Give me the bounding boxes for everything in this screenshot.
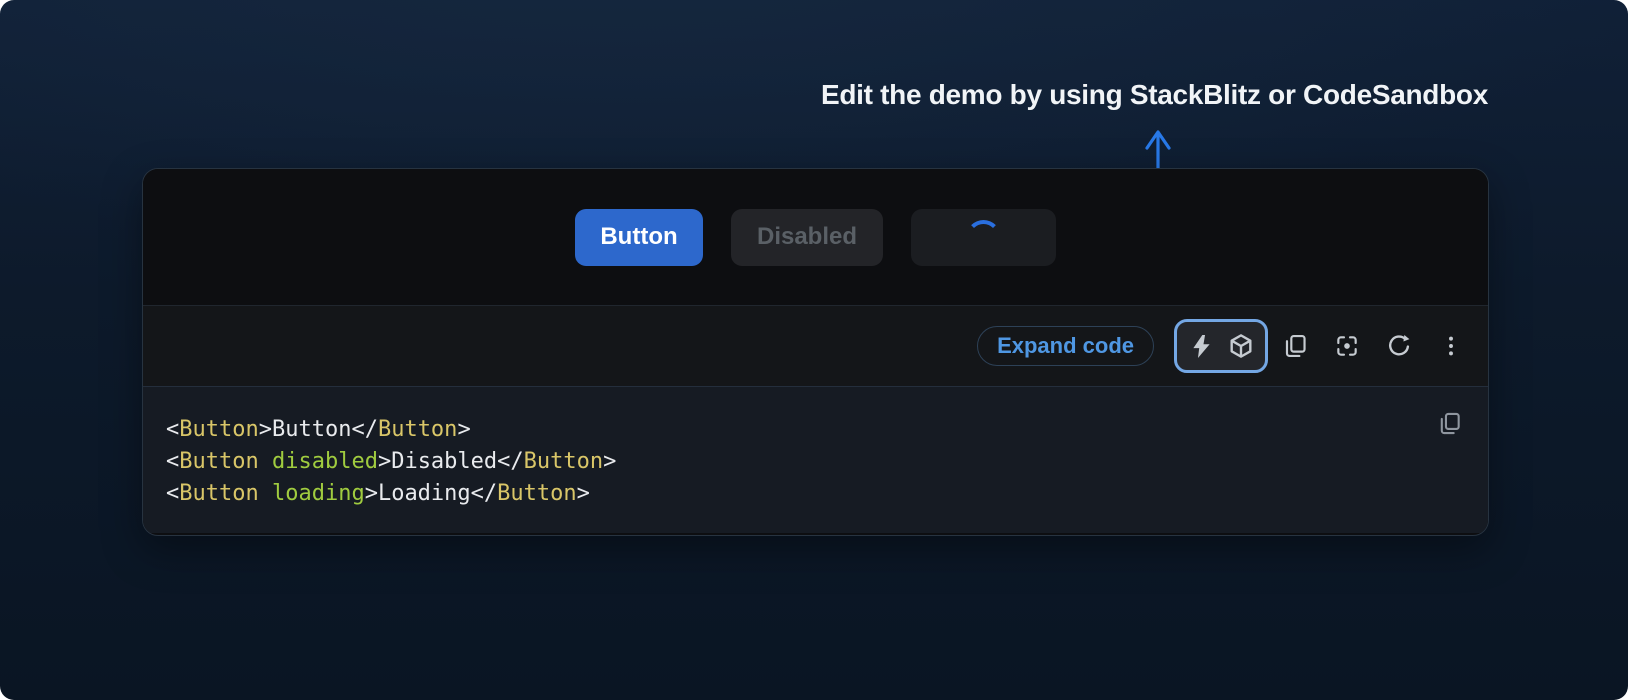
kebab-menu-icon (1438, 333, 1464, 359)
copy-icon (1437, 411, 1462, 436)
refresh-demo-button[interactable] (1386, 324, 1412, 368)
demo-button-disabled[interactable]: Disabled (731, 209, 883, 266)
code-token: Button (497, 481, 576, 506)
code-token: < (166, 417, 179, 442)
code-token: loading (272, 481, 365, 506)
copy-code-button[interactable] (1437, 411, 1462, 439)
more-actions-button[interactable] (1438, 324, 1464, 368)
code-line: <Button loading>Loading</Button> (166, 478, 1488, 510)
code-token (259, 449, 272, 474)
expand-code-button[interactable]: Expand code (977, 326, 1154, 366)
code-token: < (166, 481, 179, 506)
standalone-demo-button[interactable] (1334, 324, 1360, 368)
code-line: <Button>Button</Button> (166, 414, 1488, 446)
demo-button-loading[interactable] (911, 209, 1056, 266)
code-token: < (166, 449, 179, 474)
demo-toolbar: Expand code (143, 305, 1488, 387)
demo-stage: Button Disabled (143, 169, 1488, 305)
code-token: Button (179, 449, 258, 474)
center-focus-icon (1334, 333, 1360, 359)
code-token: >Loading</ (365, 481, 497, 506)
code-token: >Disabled</ (378, 449, 524, 474)
codesandbox-button[interactable] (1221, 324, 1261, 368)
code-token: > (577, 481, 590, 506)
code-line: <Button disabled>Disabled</Button> (166, 446, 1488, 478)
code-token: > (457, 417, 470, 442)
demo-card: Button Disabled Expand code (142, 168, 1489, 536)
copy-icon (1282, 333, 1308, 359)
screen: Edit the demo by using StackBlitz or Cod… (0, 0, 1628, 700)
code-block: <Button>Button</Button><Button disabled>… (143, 387, 1488, 533)
edit-online-group (1174, 319, 1268, 373)
demo-button-primary[interactable]: Button (575, 209, 703, 266)
stackblitz-lightning-icon (1189, 334, 1214, 359)
loading-spinner-icon (966, 220, 1001, 255)
arrow-head-icon (1147, 132, 1169, 148)
code-token: Button (378, 417, 457, 442)
code-token: Button (524, 449, 603, 474)
code-token: >Button</ (259, 417, 378, 442)
copy-demo-button[interactable] (1282, 324, 1308, 368)
annotation-title: Edit the demo by using StackBlitz or Cod… (821, 79, 1488, 111)
code-token: disabled (272, 449, 378, 474)
code-lines: <Button>Button</Button><Button disabled>… (166, 414, 1488, 510)
codesandbox-cube-icon (1228, 333, 1254, 359)
stackblitz-button[interactable] (1181, 324, 1221, 368)
code-token: > (603, 449, 616, 474)
code-token: Button (179, 481, 258, 506)
refresh-icon (1386, 333, 1412, 359)
code-token (259, 481, 272, 506)
code-token: Button (179, 417, 258, 442)
